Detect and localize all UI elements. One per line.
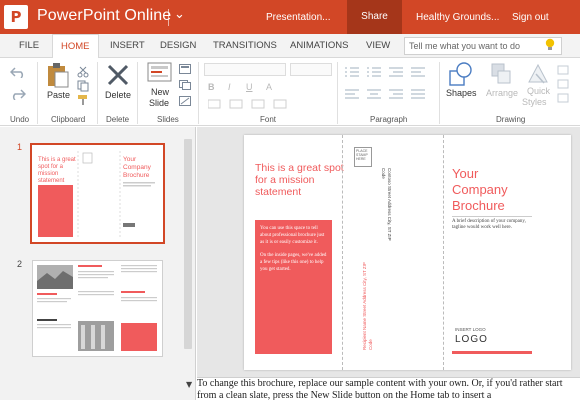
chevron-down-icon[interactable]: ⌄ bbox=[174, 7, 185, 22]
group-label-drawing: Drawing bbox=[496, 115, 526, 124]
quick-styles-button[interactable]: Quick bbox=[527, 86, 550, 96]
redo-icon[interactable] bbox=[10, 88, 26, 100]
fold-line bbox=[342, 135, 343, 370]
svg-text:Brochure: Brochure bbox=[123, 172, 150, 179]
ribbon-divider bbox=[97, 62, 98, 124]
paragraph-format-icons[interactable] bbox=[345, 66, 435, 110]
workspace-name[interactable]: Healthy Grounds... bbox=[416, 12, 499, 23]
layout-icon[interactable] bbox=[179, 64, 191, 74]
slide-thumbnail-1[interactable]: This is a great spot for a mission state… bbox=[30, 143, 165, 244]
paste-icon[interactable] bbox=[47, 62, 69, 88]
logo-accent-bar bbox=[452, 351, 532, 354]
new-slide-button[interactable]: New bbox=[151, 87, 169, 97]
new-slide-icon[interactable] bbox=[147, 62, 173, 84]
bold-button[interactable]: B bbox=[208, 82, 215, 92]
cut-icon[interactable] bbox=[77, 66, 89, 78]
home-ribbon: Undo Paste Clipboard Delete Delete New S… bbox=[0, 58, 580, 126]
italic-button[interactable]: I bbox=[228, 82, 231, 92]
return-address[interactable]: Contoso Street Address City, ST ZIP Code bbox=[380, 168, 392, 246]
logo-caption: INSERT LOGO bbox=[455, 327, 486, 332]
tab-insert[interactable]: INSERT bbox=[110, 40, 145, 51]
arrange-button[interactable]: Arrange bbox=[486, 88, 518, 98]
shape-fill-outline-icons[interactable] bbox=[556, 64, 572, 108]
tab-view[interactable]: VIEW bbox=[366, 40, 390, 51]
ribbon-divider bbox=[198, 62, 199, 124]
tab-transitions[interactable]: TRANSITIONS bbox=[213, 40, 277, 51]
ribbon-divider bbox=[37, 62, 38, 124]
svg-text:mission: mission bbox=[38, 171, 58, 177]
ribbon-tabs: FILE HOME INSERT DESIGN TRANSITIONS ANIM… bbox=[0, 34, 580, 59]
thumbnail-scrollbar[interactable] bbox=[184, 139, 192, 349]
ribbon-divider bbox=[337, 62, 338, 124]
quick-styles-button-line2[interactable]: Styles bbox=[522, 97, 547, 107]
undo-icon[interactable] bbox=[10, 66, 26, 78]
underline-button[interactable]: U bbox=[246, 82, 253, 92]
powerpoint-logo-icon[interactable]: P bbox=[4, 5, 28, 29]
quick-styles-icon[interactable] bbox=[526, 62, 550, 86]
font-name-dropdown[interactable] bbox=[204, 63, 286, 76]
mission-body-2: On the inside pages, we've added a few t… bbox=[260, 253, 327, 272]
mailing-address[interactable]: Recipient Name Street Address City, ST Z… bbox=[362, 252, 374, 350]
ribbon-divider bbox=[137, 62, 138, 124]
tab-animations[interactable]: ANIMATIONS bbox=[290, 40, 348, 51]
group-label-undo: Undo bbox=[10, 115, 30, 124]
svg-text:statement: statement bbox=[38, 178, 65, 184]
svg-text:Your: Your bbox=[123, 156, 137, 163]
share-button[interactable]: Share bbox=[347, 0, 402, 34]
font-size-dropdown[interactable] bbox=[290, 63, 332, 76]
title-rule bbox=[452, 216, 532, 217]
slide-1-preview-image: This is a great spot for a mission state… bbox=[32, 145, 163, 242]
group-label-paragraph: Paragraph bbox=[370, 115, 408, 124]
font-extra-icons bbox=[208, 99, 287, 109]
tell-me-search-input[interactable]: Tell me what you want to do bbox=[404, 37, 562, 55]
tab-file[interactable]: FILE bbox=[19, 40, 39, 51]
hide-slide-icon[interactable] bbox=[179, 96, 191, 106]
slide-thumbnail-2[interactable] bbox=[32, 260, 163, 357]
delete-x-icon[interactable] bbox=[106, 63, 130, 87]
format-painter-icon[interactable] bbox=[77, 94, 89, 106]
tab-home[interactable]: HOME bbox=[52, 34, 99, 59]
company-subtitle[interactable]: A brief description of your company, tag… bbox=[452, 219, 538, 231]
arrange-icon[interactable] bbox=[490, 62, 512, 86]
company-title[interactable]: Your Company Brochure bbox=[452, 166, 532, 214]
svg-text:Company: Company bbox=[123, 164, 152, 171]
slide-thumbnail-pane: 1 This is a great spot for a mission sta… bbox=[0, 127, 196, 400]
document-name[interactable]: Presentation... bbox=[266, 12, 330, 23]
svg-text:spot for a: spot for a bbox=[38, 164, 64, 170]
fold-line bbox=[443, 135, 444, 370]
notes-text[interactable]: To change this brochure, replace our sam… bbox=[197, 378, 580, 400]
powerpoint-online-window: P PowerPoint Online ⌄ Presentation... Sh… bbox=[0, 0, 580, 400]
font-color-button[interactable]: A bbox=[266, 82, 272, 92]
mission-heading[interactable]: This is a great spot for a mission state… bbox=[255, 162, 345, 198]
copy-icon[interactable] bbox=[77, 80, 89, 92]
mission-body: You can use this space to tell about pro… bbox=[260, 226, 325, 245]
group-label-delete: Delete bbox=[106, 115, 130, 124]
chevron-down-icon[interactable]: ▼ bbox=[186, 380, 192, 389]
postage-stamp-box: PLACE STAMP HERE bbox=[354, 147, 372, 167]
slide-canvas[interactable]: This is a great spot for a mission state… bbox=[244, 135, 571, 370]
app-name[interactable]: PowerPoint Online bbox=[37, 7, 171, 25]
sign-out-link[interactable]: Sign out bbox=[512, 12, 549, 23]
group-label-font: Font bbox=[260, 115, 277, 124]
logo-placeholder[interactable]: LOGO bbox=[455, 334, 488, 345]
shapes-icon[interactable] bbox=[448, 61, 474, 87]
notes-pane[interactable]: To change this brochure, replace our sam… bbox=[197, 377, 580, 400]
lightbulb-icon bbox=[545, 38, 555, 50]
duplicate-slide-icon[interactable] bbox=[179, 80, 191, 90]
thumbnail-number: 2 bbox=[17, 259, 23, 269]
shapes-button[interactable]: Shapes bbox=[446, 88, 477, 98]
paste-button[interactable]: Paste bbox=[47, 90, 70, 100]
ribbon-divider bbox=[439, 62, 440, 124]
svg-text:This is a great: This is a great bbox=[38, 157, 76, 163]
mission-panel[interactable]: You can use this space to tell about pro… bbox=[255, 220, 332, 354]
title-bar: P PowerPoint Online ⌄ Presentation... Sh… bbox=[0, 0, 580, 34]
new-slide-button-line2[interactable]: Slide bbox=[149, 98, 169, 108]
tab-design[interactable]: DESIGN bbox=[160, 40, 196, 51]
title-separator bbox=[168, 9, 169, 26]
delete-button[interactable]: Delete bbox=[105, 90, 131, 100]
thumbnail-number: 1 bbox=[17, 142, 23, 152]
group-label-slides: Slides bbox=[157, 115, 179, 124]
group-label-clipboard: Clipboard bbox=[51, 115, 86, 124]
slide-2-preview-image bbox=[33, 261, 162, 356]
